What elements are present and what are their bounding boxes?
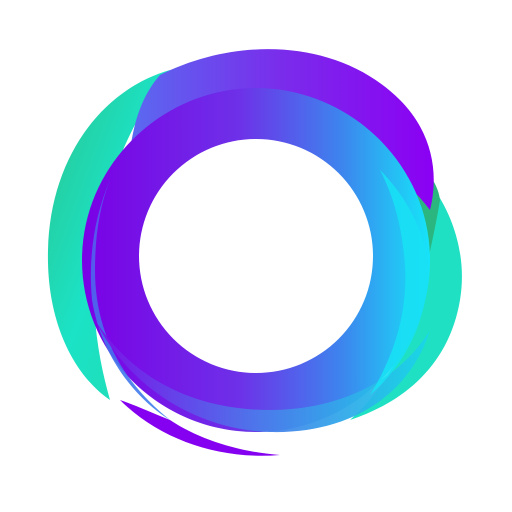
swirl-ring-logo-icon bbox=[47, 49, 462, 456]
center-hole bbox=[139, 139, 373, 373]
canvas bbox=[0, 0, 512, 512]
